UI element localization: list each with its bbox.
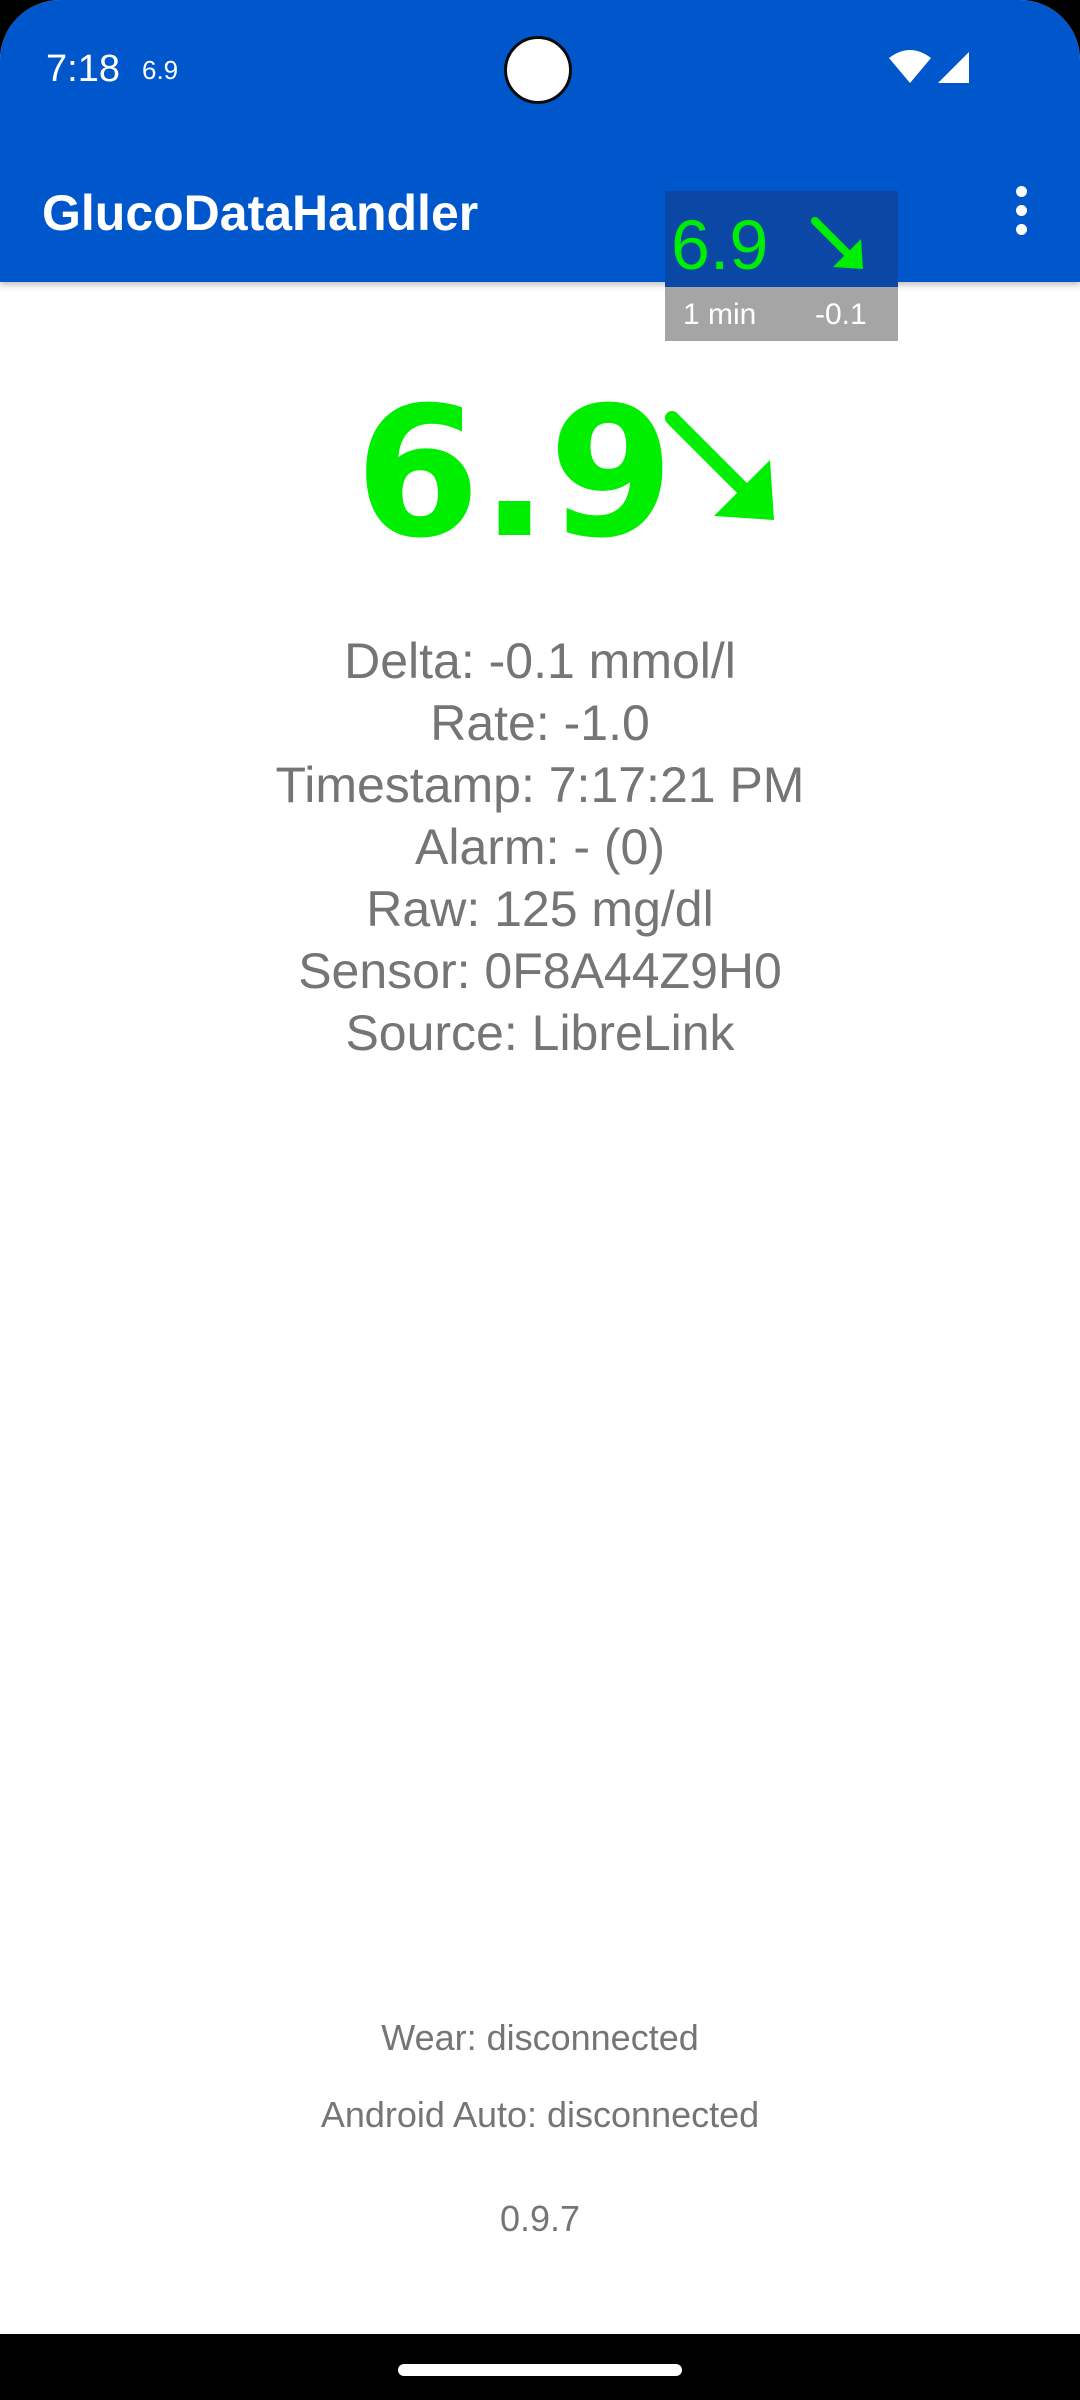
source-text: Source: LibreLink — [345, 1005, 735, 1061]
raw-text: Raw: 125 mg/dl — [366, 881, 714, 937]
glucose-details: Delta: -0.1 mmol/l Rate: -1.0 Timestamp:… — [0, 630, 1080, 1064]
widget-elapsed-time: 1 min — [683, 298, 757, 331]
wear-status: Wear: disconnected — [381, 2017, 699, 2058]
delta-text: Delta: -0.1 mmol/l — [344, 633, 736, 689]
sensor-text: Sensor: 0F8A44Z9H0 — [298, 943, 782, 999]
overflow-menu-icon[interactable] — [1006, 178, 1038, 244]
status-glucose-notification: 6.9 — [142, 55, 179, 85]
status-time: 7:18 — [46, 48, 120, 90]
widget-delta: -0.1 — [815, 298, 867, 331]
timestamp-text: Timestamp: 7:17:21 PM — [275, 757, 805, 813]
wifi-icon — [889, 50, 931, 83]
glucose-value: 6.9 — [355, 369, 674, 578]
app-screen: 7:18 6.9 GlucoDataHandler 6.9 1 min -0.1… — [0, 0, 1080, 2400]
android-auto-status: Android Auto: disconnected — [320, 2094, 760, 2135]
floating-glucose-widget[interactable]: 6.9 1 min -0.1 — [665, 191, 898, 341]
arrow-down-right-icon — [811, 217, 863, 269]
alarm-text: Alarm: - (0) — [415, 819, 665, 875]
status-bar: 7:18 6.9 — [0, 0, 1080, 130]
widget-glucose-value: 6.9 — [671, 206, 769, 284]
trend-arrow-icon — [665, 411, 774, 520]
rate-text: Rate: -1.0 — [430, 695, 650, 751]
app-title: GlucoDataHandler — [42, 185, 479, 241]
app-version: 0.9.7 — [499, 2198, 581, 2239]
home-gesture-handle[interactable] — [398, 2364, 682, 2376]
cell-signal-icon — [938, 52, 969, 83]
camera-cutout — [504, 36, 572, 104]
